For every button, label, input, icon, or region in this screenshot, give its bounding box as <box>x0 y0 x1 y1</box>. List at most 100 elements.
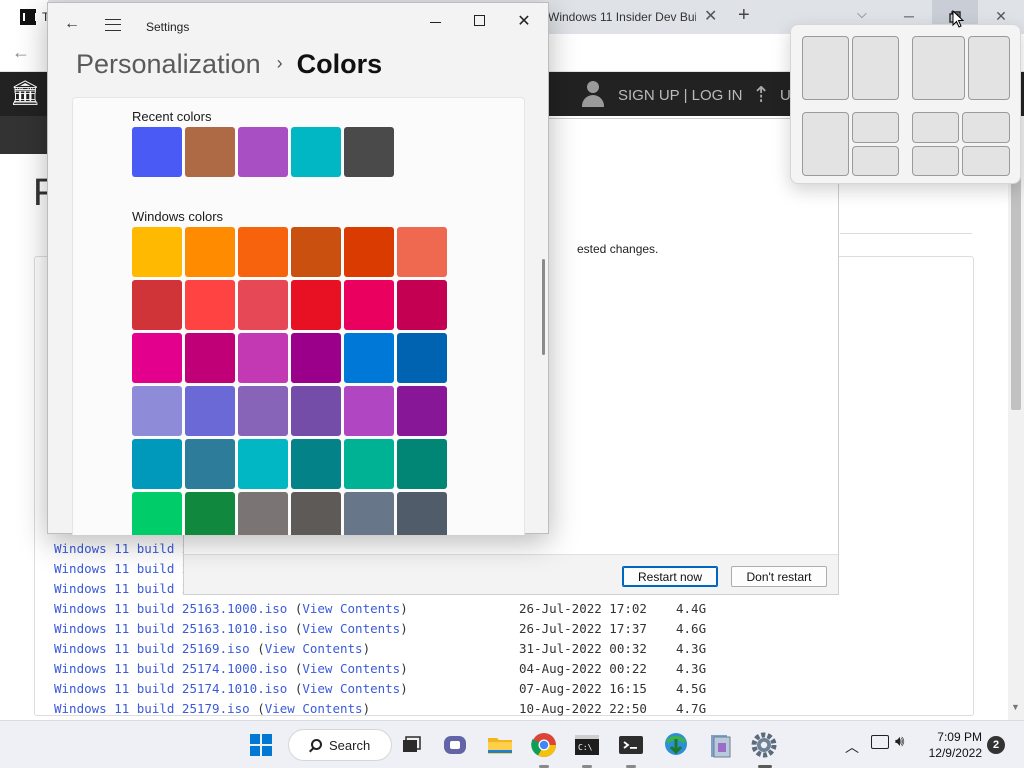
file-link[interactable]: Windows 11 build 25174.1000.iso <box>54 661 287 676</box>
windows-color-swatch[interactable] <box>344 227 394 277</box>
taskbar-search[interactable]: Search <box>288 729 392 761</box>
windows-color-swatch[interactable] <box>397 492 447 535</box>
user-icon[interactable] <box>580 80 606 108</box>
snap-zone[interactable] <box>912 112 959 143</box>
windows-color-swatch[interactable] <box>344 386 394 436</box>
breadcrumb-personalization[interactable]: Personalization <box>76 49 261 79</box>
view-contents-link[interactable]: View Contents <box>265 641 363 656</box>
windows-color-swatch[interactable] <box>185 333 235 383</box>
start-button[interactable] <box>250 734 272 756</box>
settings-gear-icon[interactable] <box>748 729 780 761</box>
archive-tool-icon[interactable] <box>704 729 736 761</box>
windows-color-swatch[interactable] <box>291 280 341 330</box>
snap-zone[interactable] <box>962 112 1010 143</box>
snap-zone[interactable] <box>852 112 899 143</box>
settings-titlebar[interactable]: ← Settings ✕ <box>48 3 548 49</box>
minimize-icon[interactable] <box>420 11 450 31</box>
back-arrow-icon[interactable]: ← <box>64 15 80 33</box>
windows-color-swatch[interactable] <box>132 439 182 489</box>
recent-color-swatch[interactable] <box>185 127 235 177</box>
windows-color-swatch[interactable] <box>185 492 235 535</box>
maximize-icon[interactable] <box>464 11 494 31</box>
file-link[interactable]: Windows 11 build 2 <box>54 561 189 576</box>
chevron-down-icon[interactable]: ⌵ <box>857 6 867 22</box>
snap-zone[interactable] <box>852 36 899 100</box>
system-clock[interactable]: 7:09 PM 12/9/2022 <box>918 729 982 761</box>
windows-color-swatch[interactable] <box>185 227 235 277</box>
network-icon[interactable] <box>871 735 889 749</box>
chat-icon[interactable] <box>439 729 471 761</box>
chevron-up-icon[interactable]: ︿ <box>845 737 859 757</box>
windows-color-swatch[interactable] <box>291 227 341 277</box>
windows-color-swatch[interactable] <box>397 439 447 489</box>
new-tab-button[interactable]: + <box>738 4 750 27</box>
signup-login-link[interactable]: SIGN UP | LOG IN <box>618 87 742 104</box>
command-prompt-icon[interactable]: C:\ <box>571 729 603 761</box>
upload-icon[interactable]: ⇡ <box>752 82 770 108</box>
scroll-down-icon[interactable]: ▼ <box>1011 702 1020 712</box>
windows-color-swatch[interactable] <box>185 386 235 436</box>
windows-color-swatch[interactable] <box>291 492 341 535</box>
windows-color-swatch[interactable] <box>238 227 288 277</box>
view-contents-link[interactable]: View Contents <box>265 701 363 716</box>
file-link[interactable]: Windows 11 build 25163.1010.iso <box>54 621 287 636</box>
snap-zone[interactable] <box>802 36 849 100</box>
windows-color-swatch[interactable] <box>397 227 447 277</box>
back-arrow-icon[interactable]: ← <box>12 42 30 63</box>
hamburger-menu-icon[interactable] <box>105 19 121 31</box>
file-link[interactable]: Windows 11 build 2 <box>54 581 189 596</box>
windows-color-swatch[interactable] <box>291 386 341 436</box>
recent-color-swatch[interactable] <box>344 127 394 177</box>
snap-zone[interactable] <box>802 112 849 176</box>
windows-color-swatch[interactable] <box>238 439 288 489</box>
snap-zone[interactable] <box>912 146 959 176</box>
restart-now-button[interactable]: Restart now <box>622 566 718 587</box>
windows-color-swatch[interactable] <box>291 333 341 383</box>
windows-color-swatch[interactable] <box>397 333 447 383</box>
browser-tab-left[interactable]: T <box>0 0 49 34</box>
recent-color-swatch[interactable] <box>132 127 182 177</box>
file-link[interactable]: Windows 11 build 25163.1000.iso <box>54 601 287 616</box>
recent-color-swatch[interactable] <box>238 127 288 177</box>
snap-zone[interactable] <box>852 146 899 176</box>
view-contents-link[interactable]: View Contents <box>302 621 400 636</box>
close-icon[interactable]: ✕ <box>509 11 539 31</box>
view-contents-link[interactable]: View Contents <box>302 601 400 616</box>
windows-color-swatch[interactable] <box>185 280 235 330</box>
windows-color-swatch[interactable] <box>238 492 288 535</box>
snap-zone[interactable] <box>912 36 965 100</box>
windows-color-swatch[interactable] <box>132 227 182 277</box>
windows-color-swatch[interactable] <box>344 492 394 535</box>
windows-color-swatch[interactable] <box>238 280 288 330</box>
windows-color-swatch[interactable] <box>132 386 182 436</box>
file-link[interactable]: Windows 11 build 2 <box>54 541 189 556</box>
chrome-icon[interactable] <box>528 729 560 761</box>
settings-scrollbar[interactable] <box>542 259 545 355</box>
dont-restart-button[interactable]: Don't restart <box>731 566 827 587</box>
windows-color-swatch[interactable] <box>397 386 447 436</box>
snap-zone[interactable] <box>962 146 1010 176</box>
volume-icon[interactable]: 🔊︎ <box>895 733 904 750</box>
view-contents-link[interactable]: View Contents <box>302 681 400 696</box>
task-view-icon[interactable] <box>395 729 427 761</box>
terminal-icon[interactable] <box>615 729 647 761</box>
view-contents-link[interactable]: View Contents <box>302 661 400 676</box>
file-link[interactable]: Windows 11 build 25174.1010.iso <box>54 681 287 696</box>
windows-color-swatch[interactable] <box>397 280 447 330</box>
windows-color-swatch[interactable] <box>185 439 235 489</box>
windows-color-swatch[interactable] <box>132 333 182 383</box>
windows-color-swatch[interactable] <box>291 439 341 489</box>
file-explorer-icon[interactable] <box>484 729 516 761</box>
windows-color-swatch[interactable] <box>344 439 394 489</box>
snap-zone[interactable] <box>968 36 1010 100</box>
browser-tab-right[interactable]: Windows 11 Insider Dev Build 25 ✕ <box>548 0 728 34</box>
windows-color-swatch[interactable] <box>238 333 288 383</box>
windows-color-swatch[interactable] <box>344 280 394 330</box>
download-manager-icon[interactable] <box>660 729 692 761</box>
windows-color-swatch[interactable] <box>238 386 288 436</box>
windows-color-swatch[interactable] <box>344 333 394 383</box>
close-tab-icon[interactable]: ✕ <box>704 6 717 26</box>
notification-badge[interactable]: 2 <box>987 736 1005 754</box>
file-link[interactable]: Windows 11 build 25179.iso <box>54 701 250 716</box>
windows-color-swatch[interactable] <box>132 280 182 330</box>
